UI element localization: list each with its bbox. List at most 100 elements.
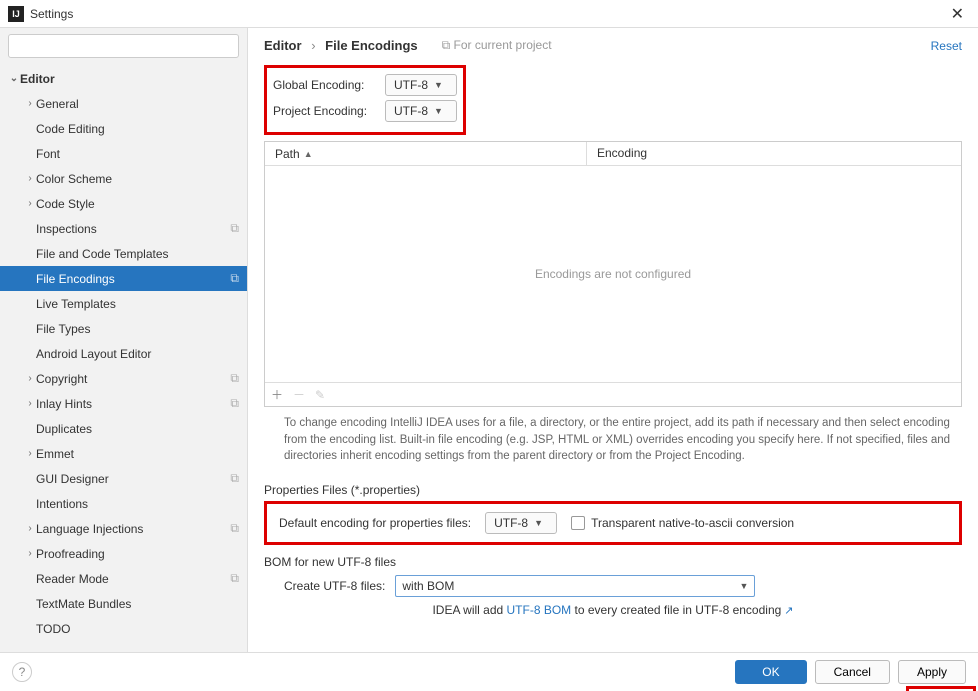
tree-item-label: Live Templates <box>36 297 239 311</box>
tree-item-todo[interactable]: TODO <box>0 616 247 641</box>
tree-item-label: Font <box>36 147 239 161</box>
chevron-down-icon: ▼ <box>434 106 443 116</box>
apply-highlight <box>906 686 976 691</box>
tree-item-label: Language Injections <box>36 522 230 536</box>
tree-item-label: Copyright <box>36 372 230 386</box>
tree-item-label: Reader Mode <box>36 572 230 586</box>
tree-item-code-editing[interactable]: Code Editing <box>0 116 247 141</box>
tree-item-label: File and Code Templates <box>36 247 239 261</box>
reset-link[interactable]: Reset <box>931 39 962 53</box>
project-encoding-value: UTF-8 <box>394 104 428 118</box>
titlebar: IJ Settings ✕ <box>0 0 978 28</box>
tree-item-label: General <box>36 97 239 111</box>
tree-item-emmet[interactable]: ›Emmet <box>0 441 247 466</box>
tree-item-label: Intentions <box>36 497 239 511</box>
column-encoding[interactable]: Encoding <box>587 142 961 165</box>
create-utf8-combo[interactable]: with BOM ▼ <box>395 575 755 597</box>
tree-item-language-injections[interactable]: ›Language Injections⧉ <box>0 516 247 541</box>
tree-item-label: Inspections <box>36 222 230 236</box>
global-encoding-combo[interactable]: UTF-8 ▼ <box>385 74 457 96</box>
search-input[interactable] <box>8 34 239 58</box>
encoding-description: To change encoding IntelliJ IDEA uses fo… <box>264 407 962 473</box>
tree-item-label: Duplicates <box>36 422 239 436</box>
tree-item-general[interactable]: ›General <box>0 91 247 116</box>
chevron-right-icon: › <box>24 373 36 384</box>
settings-tree: ⌄Editor›GeneralCode EditingFont›Color Sc… <box>0 64 247 652</box>
project-scope-icon: ⧉ <box>230 371 239 386</box>
project-encoding-combo[interactable]: UTF-8 ▼ <box>385 100 457 122</box>
main-panel: Editor › File Encodings ⧉ For current pr… <box>248 28 978 652</box>
chevron-down-icon: ▼ <box>739 581 748 591</box>
tree-item-label: Code Style <box>36 197 239 211</box>
tree-item-label: Proofreading <box>36 547 239 561</box>
tree-item-duplicates[interactable]: Duplicates <box>0 416 247 441</box>
for-current-project: ⧉ For current project <box>442 38 552 53</box>
bom-note: IDEA will add UTF-8 BOM to every created… <box>264 603 962 617</box>
properties-encoding-label: Default encoding for properties files: <box>279 516 471 530</box>
cancel-button[interactable]: Cancel <box>815 660 890 684</box>
project-scope-icon: ⧉ <box>230 271 239 286</box>
breadcrumb-page: File Encodings <box>325 38 417 53</box>
tree-item-label: Emmet <box>36 447 239 461</box>
tree-item-editor[interactable]: ⌄Editor <box>0 66 247 91</box>
chevron-right-icon: › <box>24 398 36 409</box>
chevron-down-icon: ⌄ <box>8 73 20 84</box>
chevron-right-icon: › <box>24 98 36 109</box>
chevron-right-icon: › <box>24 173 36 184</box>
tree-item-label: TextMate Bundles <box>36 597 239 611</box>
chevron-right-icon: › <box>24 548 36 559</box>
properties-highlight: Default encoding for properties files: U… <box>264 501 962 545</box>
breadcrumb-root[interactable]: Editor <box>264 38 302 53</box>
table-empty: Encodings are not configured <box>265 166 961 382</box>
external-link-icon: ↗ <box>784 605 793 617</box>
ok-button[interactable]: OK <box>735 660 806 684</box>
transparent-ascii-checkbox[interactable]: Transparent native-to-ascii conversion <box>571 516 794 530</box>
bom-section-title: BOM for new UTF-8 files <box>264 555 962 569</box>
tree-item-label: Android Layout Editor <box>36 347 239 361</box>
chevron-right-icon: › <box>24 448 36 459</box>
tree-item-color-scheme[interactable]: ›Color Scheme <box>0 166 247 191</box>
tree-item-label: File Types <box>36 322 239 336</box>
edit-icon: ✎ <box>315 388 325 402</box>
tree-item-inspections[interactable]: Inspections⧉ <box>0 216 247 241</box>
sidebar: 🔍 ⌄Editor›GeneralCode EditingFont›Color … <box>0 28 248 652</box>
chevron-down-icon: ▼ <box>434 80 443 90</box>
tree-item-live-templates[interactable]: Live Templates <box>0 291 247 316</box>
tree-item-copyright[interactable]: ›Copyright⧉ <box>0 366 247 391</box>
chevron-right-icon: › <box>24 523 36 534</box>
sort-asc-icon: ▲ <box>304 149 313 159</box>
properties-encoding-combo[interactable]: UTF-8 ▼ <box>485 512 557 534</box>
global-encoding-label: Global Encoding: <box>273 78 385 92</box>
column-path[interactable]: Path ▲ <box>265 142 587 165</box>
tree-item-intentions[interactable]: Intentions <box>0 491 247 516</box>
tree-item-file-encodings[interactable]: File Encodings⧉ <box>0 266 247 291</box>
tree-item-inlay-hints[interactable]: ›Inlay Hints⧉ <box>0 391 247 416</box>
project-scope-icon: ⧉ <box>230 396 239 411</box>
apply-button[interactable]: Apply <box>898 660 966 684</box>
close-icon[interactable]: ✕ <box>945 4 970 24</box>
help-button[interactable]: ? <box>12 662 32 682</box>
tree-item-file-and-code-templates[interactable]: File and Code Templates <box>0 241 247 266</box>
tree-item-android-layout-editor[interactable]: Android Layout Editor <box>0 341 247 366</box>
tree-item-file-types[interactable]: File Types <box>0 316 247 341</box>
transparent-ascii-label: Transparent native-to-ascii conversion <box>591 516 794 530</box>
encodings-table: Path ▲ Encoding Encodings are not config… <box>264 141 962 407</box>
breadcrumb-sep: › <box>311 38 315 53</box>
tree-item-reader-mode[interactable]: Reader Mode⧉ <box>0 566 247 591</box>
breadcrumb: Editor › File Encodings <box>264 38 418 53</box>
checkbox-icon <box>571 516 585 530</box>
tree-item-label: Inlay Hints <box>36 397 230 411</box>
chevron-down-icon: ▼ <box>534 518 543 528</box>
utf8-bom-link[interactable]: UTF-8 BOM <box>507 603 572 617</box>
encoding-highlight: Global Encoding: UTF-8 ▼ Project Encodin… <box>264 65 466 135</box>
project-scope-icon: ⧉ <box>230 571 239 586</box>
tree-item-font[interactable]: Font <box>0 141 247 166</box>
add-icon[interactable]: ＋ <box>271 386 283 403</box>
tree-item-proofreading[interactable]: ›Proofreading <box>0 541 247 566</box>
window-title: Settings <box>30 7 73 21</box>
tree-item-textmate-bundles[interactable]: TextMate Bundles <box>0 591 247 616</box>
tree-item-label: Color Scheme <box>36 172 239 186</box>
tree-item-code-style[interactable]: ›Code Style <box>0 191 247 216</box>
tree-item-gui-designer[interactable]: GUI Designer⧉ <box>0 466 247 491</box>
dialog-footer: ? OK Cancel Apply <box>0 652 978 690</box>
